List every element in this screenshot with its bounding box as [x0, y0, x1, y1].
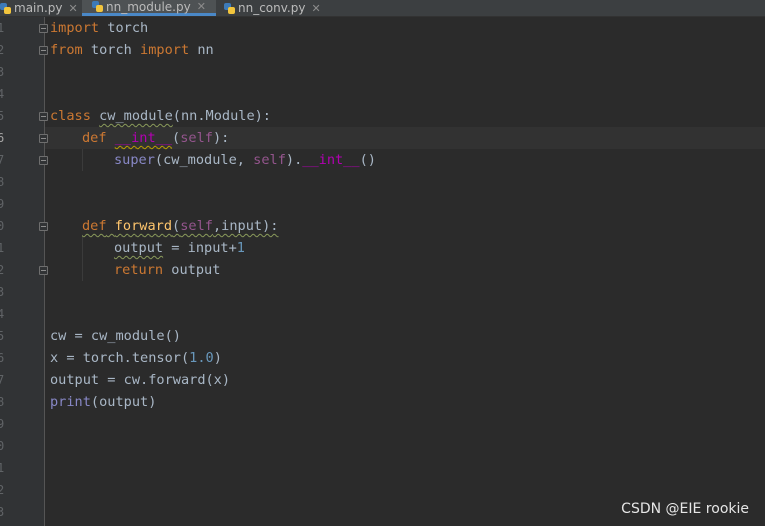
code-text: torch [99, 20, 149, 36]
keyword: from [50, 42, 83, 58]
code-text: = input+ [163, 240, 237, 256]
keyword: import [140, 42, 190, 58]
code-text: ( [172, 218, 181, 234]
self-param: self [180, 130, 213, 146]
line-number: 2 [0, 483, 5, 497]
fold-marker-icon[interactable] [39, 222, 48, 231]
code-line-5: class cw_module(nn.Module): [50, 105, 271, 127]
self-param: self [253, 152, 286, 168]
number: 1.0 [189, 350, 214, 366]
function-name: forward [114, 218, 173, 234]
tab-label: nn_module.py [106, 0, 191, 14]
code-line-17: print(output) [50, 391, 156, 413]
close-icon[interactable]: ✕ [69, 2, 78, 15]
class-name: cw_module [99, 108, 173, 124]
line-number: 2 [0, 43, 5, 57]
code-text: cw = cw_module() [50, 328, 181, 344]
line-number: 9 [0, 417, 5, 431]
tab-main-py[interactable]: main.py ✕ [0, 0, 78, 16]
code-text: torch [82, 42, 141, 58]
keyword: def [82, 130, 107, 146]
line-number: 7 [0, 153, 5, 167]
variable: output [114, 240, 164, 256]
close-icon[interactable]: ✕ [197, 0, 206, 13]
code-text: nn [189, 42, 214, 58]
code-line-15: x = torch.tensor(1.0) [50, 347, 222, 369]
code-text: () [359, 152, 376, 168]
line-number: 1 [0, 21, 5, 35]
number: 1 [236, 240, 245, 256]
line-number: 0 [0, 439, 5, 453]
indent-guide [82, 237, 83, 281]
fold-marker-icon[interactable] [39, 134, 48, 143]
code-line-10: output = input+1 [114, 237, 245, 259]
keyword: class [50, 108, 91, 124]
code-line-1: import torch [50, 17, 148, 39]
tab-label: main.py [14, 1, 63, 15]
watermark: CSDN @EIE rookie [621, 501, 749, 517]
tab-nn-conv-py[interactable]: nn_conv.py ✕ [224, 0, 321, 16]
fold-marker-icon[interactable] [39, 24, 48, 33]
line-number: 8 [0, 175, 5, 189]
line-number: 3 [0, 65, 5, 79]
code-text: ): [212, 130, 230, 146]
line-number: 3 [0, 285, 5, 299]
line-number: 1 [0, 461, 5, 475]
magic-method: __int__ [114, 130, 173, 146]
line-number: 6 [0, 351, 5, 365]
fold-marker-icon[interactable] [39, 112, 48, 121]
line-number: 4 [0, 307, 5, 321]
code-text: ,input): [212, 218, 279, 234]
line-number: 8 [0, 395, 5, 409]
line-number: 9 [0, 197, 5, 211]
keyword: def [82, 218, 107, 234]
line-number: 3 [0, 505, 5, 519]
line-number: 7 [0, 373, 5, 387]
tab-label: nn_conv.py [238, 1, 306, 15]
tab-nn-module-py[interactable]: nn_module.py ✕ [82, 0, 216, 16]
close-icon[interactable]: ✕ [311, 2, 320, 15]
code-line-2: from torch import nn [50, 39, 214, 61]
fold-marker-icon[interactable] [39, 266, 48, 275]
line-number: 0 [0, 219, 5, 233]
line-number: 1 [0, 241, 5, 255]
code-line-7: super(cw_module, self).__int__() [114, 149, 376, 171]
builtin: super [114, 152, 155, 168]
keyword: import [50, 20, 100, 36]
self-param: self [180, 218, 213, 234]
keyword: return [114, 262, 164, 278]
line-number: 4 [0, 87, 5, 101]
python-file-icon [224, 2, 235, 14]
code-text: output [163, 262, 221, 278]
line-number-current: 6 [0, 131, 5, 145]
magic-method: __int__ [302, 152, 360, 168]
code-text: (cw_module, [154, 152, 254, 168]
code-text: (output) [90, 394, 157, 410]
code-line-14: cw = cw_module() [50, 325, 181, 347]
code-line-16: output = cw.forward(x) [50, 369, 230, 391]
editor-tab-bar: main.py ✕ nn_module.py ✕ nn_conv.py ✕ [0, 0, 765, 17]
line-number: 5 [0, 329, 5, 343]
fold-marker-icon[interactable] [39, 46, 48, 55]
code-text: ). [285, 152, 303, 168]
fold-marker-icon[interactable] [39, 156, 48, 165]
code-text: ) [213, 350, 222, 366]
indent-guide [82, 149, 83, 171]
code-text: ( [172, 130, 181, 146]
python-file-icon [92, 1, 103, 12]
code-line-9: def forward(self,input): [82, 215, 278, 237]
line-number: 5 [0, 109, 5, 123]
code-text: output = cw.forward(x) [50, 372, 231, 388]
code-line-6: def __int__(self): [82, 127, 229, 149]
python-file-icon [0, 2, 11, 14]
code-text: (nn.Module): [172, 108, 271, 124]
line-number: 2 [0, 263, 5, 277]
code-text: x = torch.tensor( [50, 350, 190, 366]
code-line-11: return output [114, 259, 220, 281]
builtin: print [50, 394, 91, 410]
